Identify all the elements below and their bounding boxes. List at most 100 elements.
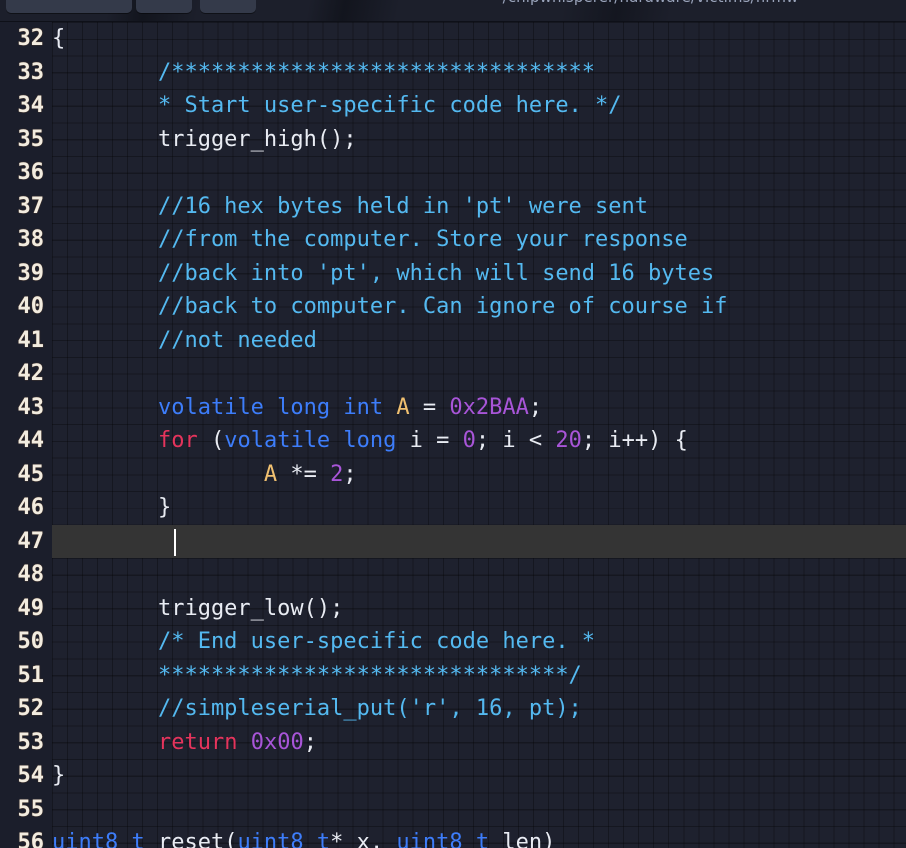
line-number[interactable]: 48 — [0, 558, 45, 592]
toolbar-button-2[interactable] — [136, 0, 192, 13]
code-line[interactable]: 47 — [0, 524, 906, 559]
code-line[interactable]: 44 for (volatile long i = 0; i < 20; i++… — [0, 424, 906, 458]
code-text[interactable]: uint8_t reset(uint8_t* x, uint8_t len) — [52, 826, 555, 848]
line-number[interactable]: 49 — [0, 592, 45, 626]
code-token: 0 — [462, 428, 476, 453]
line-number[interactable]: 37 — [0, 190, 45, 224]
code-token: //simpleserial_put('r', 16, pt); — [52, 696, 582, 721]
toolbar-button-1[interactable] — [6, 0, 132, 13]
code-text[interactable]: A *= 2; — [52, 458, 357, 492]
code-line[interactable]: 50 /* End user-specific code here. * — [0, 625, 906, 659]
code-text[interactable]: } — [52, 759, 65, 793]
code-line[interactable]: 37 //16 hex bytes held in 'pt' were sent — [0, 190, 906, 224]
line-number[interactable]: 35 — [0, 123, 45, 157]
code-text[interactable]: //from the computer. Store your response — [52, 223, 688, 257]
code-token: 2 — [330, 461, 344, 487]
code-line[interactable]: 39 //back into 'pt', which will send 16 … — [0, 257, 906, 291]
code-line[interactable]: 40 //back to computer. Can ignore of cou… — [0, 290, 906, 324]
toolbar-button-3[interactable] — [200, 0, 256, 13]
code-line[interactable]: 46 } — [0, 491, 906, 525]
code-line[interactable]: 38 //from the computer. Store your respo… — [0, 223, 906, 257]
code-token: trigger_high(); — [52, 126, 357, 152]
code-text[interactable]: trigger_high(); — [52, 123, 357, 157]
code-token: ; i < — [475, 428, 556, 453]
code-token: ; — [303, 729, 317, 755]
code-line[interactable]: 48 — [0, 558, 906, 592]
line-number[interactable]: 51 — [0, 659, 45, 693]
line-number[interactable]: 50 — [0, 625, 45, 659]
code-token: A — [396, 394, 410, 420]
code-text[interactable]: return 0x00; — [52, 726, 317, 760]
line-number[interactable]: 40 — [0, 290, 45, 324]
code-text[interactable]: trigger_low(); — [52, 592, 343, 626]
code-line[interactable]: 36 — [0, 156, 906, 190]
code-line[interactable]: 43 volatile long int A = 0x2BAA; — [0, 391, 906, 425]
code-text[interactable]: /******************************** — [52, 56, 595, 90]
code-token: //not needed — [52, 327, 317, 353]
code-text[interactable]: for (volatile long i = 0; i < 20; i++) { — [52, 424, 688, 458]
line-number[interactable]: 41 — [0, 324, 45, 358]
code-text[interactable]: { — [52, 22, 65, 56]
code-lines-container[interactable]: 32{33 /******************************** 3… — [0, 22, 906, 848]
code-text[interactable]: *******************************/ — [52, 659, 582, 693]
code-line[interactable]: 33 /******************************** — [0, 56, 906, 90]
line-number[interactable]: 53 — [0, 726, 45, 760]
code-text[interactable]: //16 hex bytes held in 'pt' were sent — [52, 190, 648, 224]
code-line[interactable]: 55 — [0, 793, 906, 827]
code-line[interactable]: 45 A *= 2; — [0, 458, 906, 492]
code-line[interactable]: 56 uint8_t reset(uint8_t* x, uint8_t len) — [0, 826, 906, 848]
editor-surface[interactable]: 32{33 /******************************** 3… — [0, 22, 906, 848]
code-token: trigger_low(); — [52, 595, 344, 621]
line-number[interactable]: 39 — [0, 257, 45, 291]
line-number[interactable]: 36 — [0, 156, 45, 190]
code-text[interactable]: //back into 'pt', which will send 16 byt… — [52, 257, 714, 291]
code-token: volatile long int — [157, 394, 384, 420]
code-token: 0x00 — [250, 729, 304, 755]
code-line[interactable]: 49 trigger_low(); — [0, 592, 906, 626]
line-number[interactable]: 42 — [0, 357, 45, 391]
line-number[interactable]: 56 — [0, 826, 45, 848]
code-text[interactable]: /* End user-specific code here. * — [52, 625, 595, 659]
code-text[interactable]: volatile long int A = 0x2BAA; — [52, 391, 542, 425]
code-text[interactable]: //simpleserial_put('r', 16, pt); — [52, 692, 582, 726]
code-token: 0x2BAA — [449, 394, 529, 420]
code-token: /* End user-specific code here. * — [52, 629, 596, 654]
line-number[interactable]: 46 — [0, 491, 45, 525]
code-text[interactable]: //not needed — [52, 324, 317, 358]
line-number[interactable]: 55 — [0, 793, 45, 827]
code-line[interactable]: 34 * Start user-specific code here. */ — [0, 89, 906, 123]
line-number[interactable]: 33 — [0, 56, 45, 90]
code-token: for — [157, 428, 198, 453]
line-number[interactable]: 47 — [0, 525, 45, 559]
code-text[interactable]: //back to computer. Can ignore of course… — [52, 290, 728, 324]
line-number[interactable]: 38 — [0, 223, 45, 257]
code-line[interactable]: 42 — [0, 357, 906, 391]
line-number[interactable]: 54 — [0, 759, 45, 793]
code-token: ; — [528, 394, 543, 420]
code-line[interactable]: 52 //simpleserial_put('r', 16, pt); — [0, 692, 906, 726]
line-number[interactable]: 45 — [0, 458, 45, 492]
line-number[interactable]: 44 — [0, 424, 45, 458]
code-token: 20 — [555, 428, 582, 453]
code-line[interactable]: 41 //not needed — [0, 324, 906, 358]
line-number[interactable]: 52 — [0, 692, 45, 726]
code-line[interactable]: 35 trigger_high(); — [0, 123, 906, 157]
code-line[interactable]: 32 { — [0, 22, 906, 56]
file-path-label: ~/chipwhisperer/hardware/victims/firmw — [490, 0, 798, 6]
code-token: * x, — [330, 830, 397, 848]
line-number[interactable]: 43 — [0, 391, 45, 425]
code-token: i = — [396, 428, 463, 453]
code-text[interactable]: * Start user-specific code here. */ — [52, 89, 622, 123]
line-number[interactable]: 32 — [0, 22, 45, 56]
code-line[interactable]: 51 *******************************/ — [0, 659, 906, 693]
code-token: //back into 'pt', which will send 16 byt… — [52, 260, 715, 286]
code-line[interactable]: 54} — [0, 759, 906, 793]
code-line[interactable]: 53 return 0x00; — [0, 726, 906, 760]
code-token: ; i++) { — [581, 428, 688, 453]
line-number[interactable]: 34 — [0, 89, 45, 123]
code-text[interactable]: } — [52, 491, 171, 525]
